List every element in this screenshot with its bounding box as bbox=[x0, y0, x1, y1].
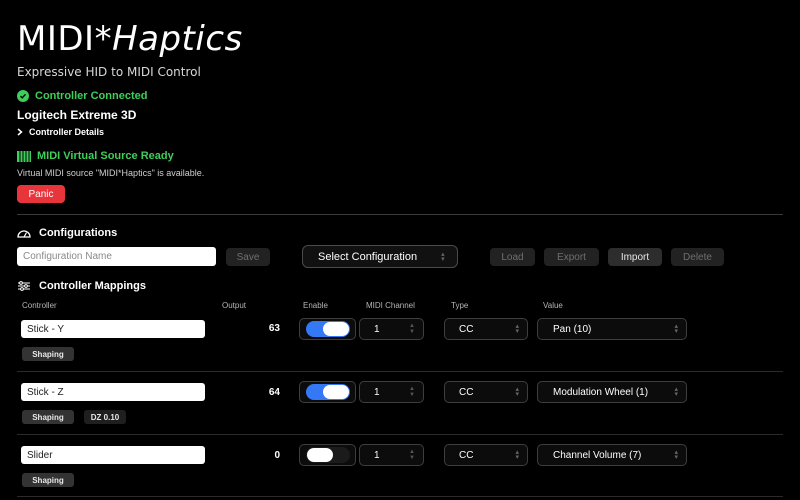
column-header-type: Type bbox=[451, 301, 469, 310]
value-select[interactable]: Channel Volume (7) ▴ ▾ bbox=[537, 444, 687, 466]
controller-details-disclosure[interactable]: Controller Details bbox=[17, 127, 104, 137]
toggle-switch bbox=[305, 321, 350, 337]
enable-toggle[interactable] bbox=[299, 444, 356, 466]
value-label: Pan (10) bbox=[553, 323, 592, 335]
type-value: CC bbox=[459, 449, 474, 461]
type-select[interactable]: CC ▴ ▾ bbox=[444, 381, 528, 403]
row-divider bbox=[17, 434, 783, 435]
gauge-icon bbox=[17, 230, 31, 238]
midi-channel-value: 1 bbox=[374, 449, 380, 461]
up-down-chevron-icon: ▴ ▾ bbox=[674, 449, 678, 461]
toggle-switch bbox=[305, 447, 350, 463]
controller-mappings-heading: Controller Mappings bbox=[17, 280, 146, 292]
app-title: MIDI*Haptics bbox=[17, 19, 243, 59]
toggle-switch bbox=[305, 384, 350, 400]
controller-details-label: Controller Details bbox=[29, 127, 105, 137]
stepper-arrows-icon: ▲ ▼ bbox=[409, 386, 415, 398]
enable-toggle[interactable] bbox=[299, 381, 356, 403]
midi-channel-stepper[interactable]: 1 ▲ ▼ bbox=[359, 444, 424, 466]
configurations-heading: Configurations bbox=[17, 227, 117, 239]
midi-channel-stepper[interactable]: 1 ▲ ▼ bbox=[359, 318, 424, 340]
controller-name-field[interactable]: Stick - Y bbox=[21, 320, 205, 338]
output-value: 0 bbox=[274, 450, 280, 461]
shaping-button[interactable]: Shaping bbox=[22, 347, 74, 361]
chevron-right-icon bbox=[17, 128, 23, 136]
up-down-chevron-icon: ▴ ▾ bbox=[515, 449, 519, 461]
midi-channel-value: 1 bbox=[374, 323, 380, 335]
select-configuration-dropdown[interactable]: Select Configuration ▴ ▾ bbox=[302, 245, 458, 268]
column-header-midi-channel: MIDI Channel bbox=[366, 301, 415, 310]
up-down-chevron-icon: ▴ ▾ bbox=[674, 323, 678, 335]
midi-status: MIDI Virtual Source Ready bbox=[17, 150, 174, 162]
sliders-icon bbox=[18, 281, 30, 291]
controller-status-text: Controller Connected bbox=[35, 90, 148, 102]
value-select[interactable]: Modulation Wheel (1) ▴ ▾ bbox=[537, 381, 687, 403]
midi-channel-stepper[interactable]: 1 ▲ ▼ bbox=[359, 381, 424, 403]
column-header-output: Output bbox=[222, 301, 247, 310]
configuration-name-input[interactable] bbox=[17, 247, 216, 266]
check-circle-icon bbox=[17, 90, 29, 102]
column-header-value: Value bbox=[543, 301, 563, 310]
import-button[interactable]: Import bbox=[608, 248, 662, 266]
row-divider bbox=[17, 371, 783, 372]
type-select[interactable]: CC ▴ ▾ bbox=[444, 444, 528, 466]
type-select[interactable]: CC ▴ ▾ bbox=[444, 318, 528, 340]
up-down-chevron-icon: ▴ ▾ bbox=[674, 386, 678, 398]
midi-source-note: Virtual MIDI source "MIDI*Haptics" is av… bbox=[17, 168, 205, 178]
output-value: 63 bbox=[268, 323, 280, 334]
midi-status-text: MIDI Virtual Source Ready bbox=[37, 150, 174, 162]
controller-status: Controller Connected bbox=[17, 90, 147, 102]
app-subtitle: Expressive HID to MIDI Control bbox=[17, 65, 201, 79]
panic-button[interactable]: Panic bbox=[17, 185, 65, 203]
shaping-button[interactable]: Shaping bbox=[22, 473, 74, 487]
export-button[interactable]: Export bbox=[544, 248, 599, 266]
save-button[interactable]: Save bbox=[226, 248, 270, 266]
divider bbox=[17, 214, 783, 215]
value-select[interactable]: Pan (10) ▴ ▾ bbox=[537, 318, 687, 340]
column-header-controller: Controller bbox=[22, 301, 57, 310]
column-header-enable: Enable bbox=[303, 301, 328, 310]
stepper-arrows-icon: ▲ ▼ bbox=[409, 323, 415, 335]
shaping-button[interactable]: Shaping bbox=[22, 410, 74, 424]
stepper-arrows-icon: ▲ ▼ bbox=[409, 449, 415, 461]
select-configuration-label: Select Configuration bbox=[318, 250, 418, 263]
type-value: CC bbox=[459, 323, 474, 335]
up-down-chevron-icon: ▴ ▾ bbox=[515, 323, 519, 335]
up-down-chevron-icon: ▴ ▾ bbox=[515, 386, 519, 398]
controller-name-field[interactable]: Stick - Z bbox=[21, 383, 205, 401]
load-button[interactable]: Load bbox=[490, 248, 535, 266]
piano-keys-icon bbox=[17, 150, 31, 162]
controller-name: Logitech Extreme 3D bbox=[17, 108, 137, 122]
row-divider bbox=[17, 496, 783, 497]
deadzone-badge: DZ 0.10 bbox=[84, 410, 126, 424]
type-value: CC bbox=[459, 386, 474, 398]
value-label: Modulation Wheel (1) bbox=[553, 386, 649, 398]
up-down-chevron-icon: ▴ ▾ bbox=[441, 250, 445, 263]
controller-name-field[interactable]: Slider bbox=[21, 446, 205, 464]
midi-channel-value: 1 bbox=[374, 386, 380, 398]
enable-toggle[interactable] bbox=[299, 318, 356, 340]
delete-button[interactable]: Delete bbox=[671, 248, 724, 266]
controller-mappings-heading-text: Controller Mappings bbox=[39, 280, 146, 292]
value-label: Channel Volume (7) bbox=[553, 449, 642, 461]
output-value: 64 bbox=[268, 387, 280, 398]
configurations-heading-text: Configurations bbox=[39, 227, 118, 239]
